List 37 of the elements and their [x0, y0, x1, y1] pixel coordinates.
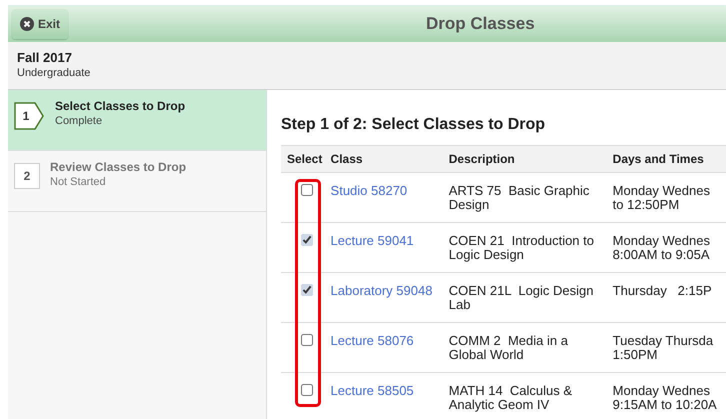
- close-icon: [20, 16, 34, 30]
- class-link[interactable]: Lecture 59041: [330, 233, 414, 248]
- days-times-cell-text: Tuesday Thursda 1:50PM: [612, 334, 714, 362]
- select-checkbox[interactable]: [301, 234, 313, 246]
- days-times-cell-text: Monday Wednes 9:15AM to 10:20A: [612, 384, 718, 412]
- select-checkbox[interactable]: [301, 334, 313, 346]
- career-label: Undergraduate: [17, 66, 92, 80]
- step-number-badge: 2: [14, 163, 40, 189]
- step-status: Complete: [55, 114, 104, 128]
- description-cell-text: MATH 14 Calculus & Analytic Geom IV: [448, 384, 574, 412]
- description-cell-text: COEN 21 Introduction to Logic Design: [448, 234, 595, 262]
- days-times-cell-text: Thursday 2:15P: [612, 284, 713, 298]
- description-cell-text: COMM 2 Media in a Global World: [448, 334, 569, 362]
- step-number-badge: 1: [14, 102, 45, 130]
- step-status: Not Started: [50, 175, 107, 189]
- class-link[interactable]: Lecture 58076: [330, 333, 414, 348]
- class-link[interactable]: Lecture 58505: [330, 383, 414, 398]
- step-title: Select Classes to Drop: [55, 98, 186, 114]
- class-link[interactable]: Laboratory 59048: [330, 283, 432, 298]
- description-cell-text: ARTS 75 Basic Graphic Design: [448, 184, 590, 212]
- days-times-cell-text: Monday Wednes 8:00AM to 9:05A: [612, 234, 711, 262]
- select-checkbox[interactable]: [301, 284, 313, 296]
- exit-button[interactable]: Exit: [12, 8, 68, 38]
- step-heading: Step 1 of 2: Select Classes to Drop: [281, 115, 546, 135]
- column-header: Days and Times: [606, 146, 726, 172]
- select-checkbox[interactable]: [301, 184, 313, 196]
- step-item[interactable]: 1 Select Classes to Drop Complete: [8, 90, 266, 151]
- select-checkbox[interactable]: [301, 384, 313, 396]
- column-header: Select: [281, 146, 329, 172]
- window-title: Drop Classes: [426, 12, 535, 35]
- column-header: Class: [328, 146, 443, 172]
- class-link[interactable]: Studio 58270: [330, 183, 408, 198]
- step-title: Review Classes to Drop: [50, 159, 186, 175]
- days-times-cell-text: Monday Wednes to 12:50PM: [612, 184, 711, 212]
- column-header: Description: [442, 146, 607, 172]
- description-cell-text: COEN 21L Logic Design Lab: [448, 284, 595, 312]
- term-name: Fall 2017: [17, 50, 73, 66]
